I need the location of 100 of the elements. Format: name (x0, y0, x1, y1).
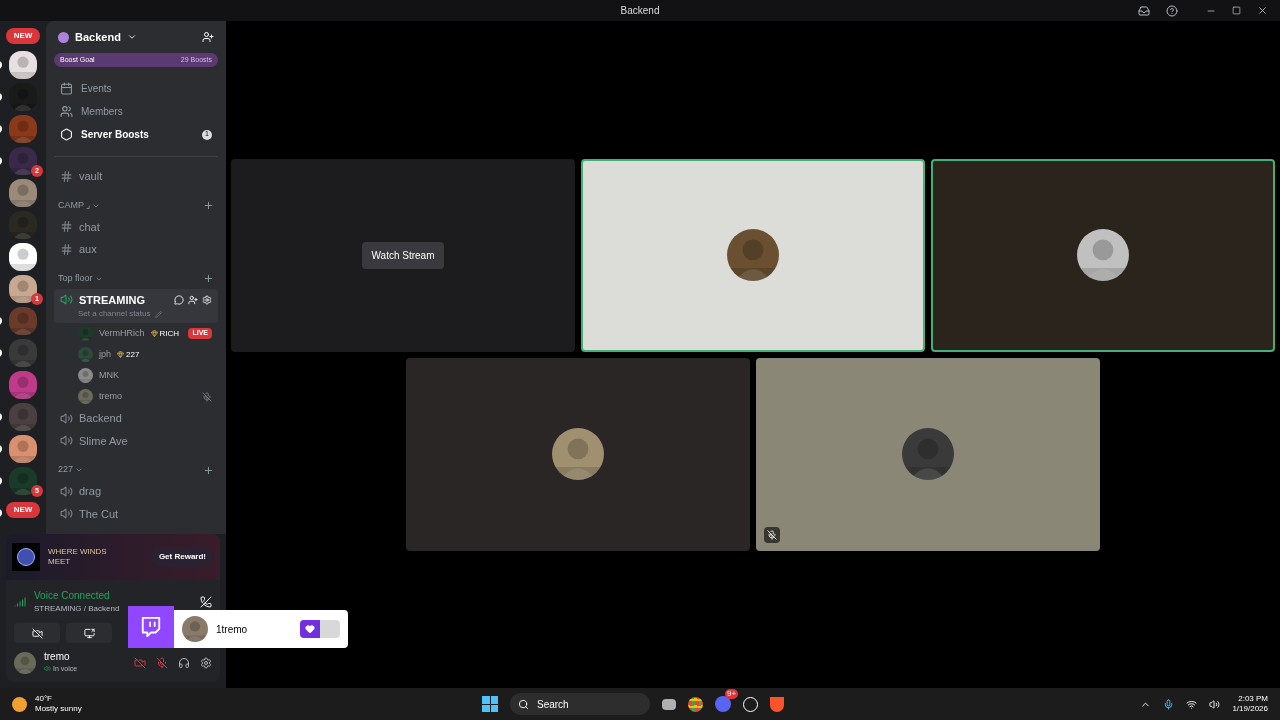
taskbar-search[interactable]: Search (510, 693, 650, 715)
mic-icon[interactable] (156, 656, 168, 669)
voice-member[interactable]: MNK (54, 365, 218, 386)
category-label[interactable]: CAMP ⌟ (58, 198, 91, 213)
member-name: jph (99, 347, 111, 361)
members-icon (60, 105, 73, 118)
member-tag: 227 (126, 348, 140, 361)
new-badge[interactable]: NEW (5, 502, 41, 518)
voice-member[interactable]: tremo (54, 386, 218, 407)
new-badge[interactable]: NEW (5, 28, 41, 44)
chevron-down-icon[interactable] (75, 466, 84, 474)
temperature: 40°F (35, 694, 53, 704)
settings-icon[interactable] (200, 656, 212, 669)
voice-channel[interactable]: STREAMING / Backend (34, 603, 120, 615)
volume-icon[interactable] (1209, 698, 1221, 710)
screen-share-button[interactable] (66, 623, 112, 643)
get-reward-button[interactable]: Get Reward! (150, 547, 214, 567)
gem-icon (117, 351, 124, 358)
camera-button[interactable] (14, 623, 60, 643)
video-tile[interactable] (756, 357, 1100, 551)
nav-label: Members (81, 105, 123, 119)
voice-member[interactable]: jph 227 (54, 344, 218, 365)
channel-item[interactable]: drag (54, 480, 218, 503)
popup-name: 1tremo (216, 622, 248, 637)
channel-name: drag (79, 484, 102, 499)
wifi-icon[interactable] (1186, 698, 1198, 710)
video-tile[interactable] (406, 357, 750, 551)
calendar-icon (60, 82, 73, 95)
hash-icon (60, 169, 73, 183)
camera-off-icon (31, 627, 43, 639)
category-label[interactable]: Top floor (58, 271, 93, 286)
close-icon[interactable] (1257, 5, 1268, 16)
channel-name: STREAMING (79, 292, 145, 308)
speaker-icon (60, 434, 73, 448)
start-icon[interactable] (482, 696, 498, 712)
gem-icon (150, 330, 158, 337)
task-view-icon[interactable] (662, 698, 676, 710)
clock-time[interactable]: 2:03 PM (1238, 694, 1268, 704)
chat-icon[interactable] (174, 294, 184, 305)
add-channel-icon[interactable] (203, 273, 214, 284)
clock-date[interactable]: 1/19/2026 (1232, 704, 1268, 714)
screen-share-icon (83, 627, 95, 639)
add-channel-icon[interactable] (203, 200, 214, 211)
channel-item[interactable]: Backend (54, 407, 218, 430)
channel-item[interactable]: chat (54, 215, 218, 238)
maximize-icon[interactable] (1232, 6, 1241, 15)
hash-icon (60, 220, 73, 234)
speaker-icon (60, 293, 73, 307)
headphones-icon[interactable] (178, 656, 190, 669)
member-tag: RICH (159, 327, 180, 340)
search-icon (518, 698, 529, 710)
heart-icon (305, 624, 315, 634)
watch-stream-button[interactable]: Watch Stream (361, 241, 445, 269)
speaker-icon (44, 665, 51, 673)
channel-name: Slime Ave (79, 433, 128, 449)
channel-item[interactable]: Slime Ave (54, 429, 218, 452)
channel-item[interactable]: vault (54, 165, 218, 188)
inbox-icon[interactable] (1138, 4, 1150, 17)
channel-name: aux (79, 242, 97, 257)
disconnect-icon[interactable] (200, 595, 212, 608)
channel-item[interactable]: The Cut (54, 502, 218, 525)
weather-text: Mostly sunny (35, 704, 82, 714)
camera-off-icon[interactable] (134, 656, 146, 669)
speaker-icon (60, 484, 73, 498)
channel-name: vault (79, 169, 103, 184)
server-name[interactable]: Backend (75, 28, 121, 46)
video-tile[interactable] (931, 158, 1275, 352)
help-icon[interactable] (1166, 4, 1178, 17)
window-title: Backend (620, 4, 660, 18)
nav-item[interactable]: Members (54, 102, 218, 121)
mic-icon[interactable] (1163, 698, 1175, 710)
nav-label: Server Boosts (81, 128, 149, 142)
user-name: tremo (44, 651, 71, 664)
voice-status[interactable]: Voice Connected (34, 588, 120, 603)
speaker-icon (60, 411, 73, 425)
add-channel-icon[interactable] (203, 464, 214, 476)
channel-name: Backend (79, 411, 122, 426)
channel-name: The Cut (79, 506, 119, 522)
invite-icon[interactable] (188, 294, 198, 305)
server-icon (58, 31, 69, 43)
twitch-icon (128, 606, 174, 648)
channel-item[interactable]: STREAMING Set a channel status (54, 288, 218, 323)
channel-name: chat (79, 219, 100, 235)
category-label[interactable]: 227 (58, 463, 74, 477)
video-tile[interactable] (581, 158, 925, 352)
game-logo-icon (12, 543, 40, 571)
chevron-down-icon[interactable] (126, 32, 137, 42)
member-name: MNK (99, 368, 119, 382)
game-logo-text: WHERE WINDS MEET (48, 547, 108, 567)
invite-icon[interactable] (202, 31, 214, 43)
muted-icon (764, 526, 780, 543)
video-tile[interactable]: Watch Stream (231, 158, 575, 352)
nav-item[interactable]: Events (54, 79, 218, 98)
channel-status[interactable]: Set a channel status (78, 308, 151, 320)
channel-item[interactable]: aux (54, 238, 218, 261)
member-name: VermHRich (99, 326, 145, 340)
notification-badge: 9+ (725, 689, 739, 699)
speaker-icon (60, 507, 73, 521)
signal-icon (14, 595, 26, 608)
member-name: tremo (99, 389, 122, 403)
